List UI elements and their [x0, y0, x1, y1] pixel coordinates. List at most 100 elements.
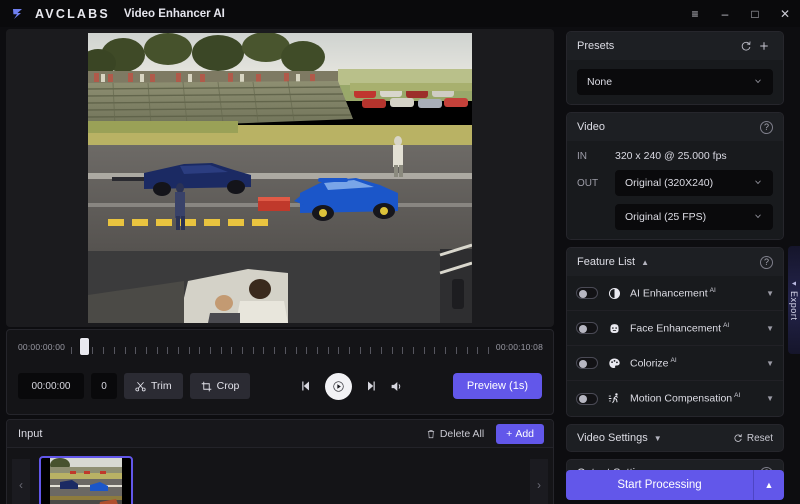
output-framerate-select[interactable]: Original (25 FPS)	[615, 204, 773, 230]
timeline-tick	[103, 347, 105, 354]
timeline-playhead[interactable]	[79, 338, 89, 355]
frame-number-field[interactable]: 0	[91, 373, 117, 399]
maximize-icon[interactable]: □	[740, 0, 770, 27]
toggle-ai-enhancement[interactable]	[576, 287, 598, 299]
feature-name-text: AI Enhancement	[630, 287, 708, 300]
video-out-row: OUT Original (320X240)	[577, 170, 773, 196]
menu-icon[interactable]: ≡	[680, 0, 710, 27]
timeline-tick	[487, 347, 489, 354]
add-button[interactable]: + Add	[496, 423, 544, 444]
preset-select[interactable]: None	[577, 69, 773, 95]
feature-row-face-enhancement[interactable]: Face Enhancement AI ▼	[567, 311, 783, 346]
feature-row-ai-enhancement[interactable]: AI Enhancement AI ▼	[567, 276, 783, 311]
video-settings-reset-button[interactable]: Reset	[733, 433, 773, 444]
timeline-tick	[434, 347, 436, 354]
thumbnail-image	[50, 458, 122, 504]
feature-label-face-enhancement: Face Enhancement AI	[630, 322, 729, 335]
play-button[interactable]	[325, 372, 353, 400]
list-item[interactable]: 22B_in_flight.mpeg	[39, 456, 133, 504]
volume-icon[interactable]	[390, 380, 403, 393]
timeline-tick	[145, 347, 147, 354]
app-window: AVCLABS Video Enhancer AI ≡ – □ ✕ 00:00:…	[0, 0, 800, 504]
timeline-tick	[135, 347, 137, 354]
chevron-up-icon[interactable]: ▲	[754, 480, 784, 490]
avclabs-logo-icon	[13, 8, 22, 19]
export-tab-label: Export	[789, 290, 799, 321]
feature-list-title: Feature List	[577, 256, 636, 268]
presets-body: None	[567, 60, 783, 104]
input-thumbnail[interactable]	[39, 456, 133, 504]
timeline-ruler[interactable]: 00:00:00:00 00:00:10:08	[7, 336, 553, 358]
timeline-tick	[391, 347, 393, 354]
contrast-icon	[608, 287, 622, 300]
thumbnails-prev-button[interactable]: ‹	[12, 459, 30, 504]
chevron-down-icon[interactable]: ▼	[766, 324, 774, 333]
preset-selected-value: None	[587, 76, 613, 88]
feature-row-motion-compensation[interactable]: Motion Compensation AI ▼	[567, 381, 783, 416]
delete-all-button[interactable]: Delete All	[426, 428, 484, 440]
presets-add-icon[interactable]	[755, 37, 773, 55]
presets-card: Presets None	[566, 31, 784, 105]
palette-icon	[608, 357, 622, 370]
timeline-tick	[477, 347, 479, 354]
chevron-left-icon: ▲	[790, 279, 798, 287]
output-resolution-select[interactable]: Original (320X240)	[615, 170, 773, 196]
toggle-face-enhancement[interactable]	[576, 322, 598, 334]
video-body: IN 320 x 240 @ 25.000 fps OUT Original (…	[567, 141, 783, 239]
crop-button[interactable]: Crop	[189, 373, 251, 399]
input-panel-title: Input	[18, 427, 43, 440]
presets-header: Presets	[567, 32, 783, 60]
timeline-tick	[359, 347, 361, 354]
video-in-value: 320 x 240 @ 25.000 fps	[615, 150, 727, 162]
close-icon[interactable]: ✕	[770, 0, 800, 27]
chevron-down-icon[interactable]: ▼	[766, 394, 774, 403]
trim-button[interactable]: Trim	[124, 373, 183, 399]
preview-button[interactable]: Preview (1s)	[452, 373, 542, 399]
timeline-tick	[220, 347, 222, 354]
start-processing-button[interactable]: Start Processing ▲	[566, 470, 784, 500]
motion-icon	[608, 392, 622, 405]
video-help-icon[interactable]: ?	[760, 120, 773, 134]
previous-frame-icon[interactable]	[300, 380, 312, 392]
timeline-tick	[348, 347, 350, 354]
ai-badge: AI	[723, 321, 730, 329]
current-timecode-field[interactable]: 00:00:00	[18, 373, 84, 399]
input-panel-header: Input Delete All + Add	[7, 420, 553, 448]
export-tab[interactable]: ▲ Export	[788, 246, 800, 354]
video-settings-card[interactable]: Video Settings ▼ Reset	[566, 424, 784, 452]
trash-icon	[427, 429, 434, 438]
feature-name-text: Face Enhancement	[630, 322, 722, 335]
right-sidebar: Presets None Video ? IN 320 x 240 @ 25.0…	[562, 27, 788, 504]
feature-label-motion-compensation: Motion Compensation AI	[630, 392, 740, 405]
thumbnails-next-button[interactable]: ›	[530, 459, 548, 504]
chevron-down-icon	[753, 211, 763, 224]
video-in-label: IN	[577, 150, 587, 162]
video-frame[interactable]	[88, 33, 472, 323]
timeline-tick	[199, 347, 201, 354]
toggle-motion-compensation[interactable]	[576, 392, 598, 405]
feature-name-text: Colorize	[630, 357, 669, 370]
timeline-tick	[327, 347, 329, 354]
transport-bar: 00:00:00:00 00:00:10:08 00:00:00 0 Trim	[6, 329, 554, 415]
minimize-icon[interactable]: –	[710, 0, 740, 27]
video-card: Video ? IN 320 x 240 @ 25.000 fps OUT Or…	[566, 112, 784, 240]
presets-refresh-icon[interactable]	[737, 37, 755, 55]
toggle-colorize[interactable]	[576, 357, 598, 369]
video-title: Video	[577, 121, 605, 133]
plus-icon: +	[506, 427, 513, 440]
chevron-down-icon[interactable]: ▼	[766, 359, 774, 368]
feature-list-header[interactable]: Feature List ▲ ?	[567, 248, 783, 276]
timeline-ticks[interactable]	[71, 338, 489, 356]
feature-row-colorize[interactable]: Colorize AI ▼	[567, 346, 783, 381]
next-frame-icon[interactable]	[365, 380, 377, 392]
video-out-label: OUT	[577, 177, 599, 189]
chevron-down-icon[interactable]: ▼	[766, 289, 774, 298]
ai-badge: AI	[709, 286, 716, 294]
transport-controls: 00:00:00 0 Trim Crop Preview (1s)	[7, 360, 553, 412]
ai-badge: AI	[734, 392, 741, 400]
chevron-down-icon: ▼	[653, 433, 662, 443]
timeline-tick	[413, 347, 415, 354]
presets-title: Presets	[577, 40, 615, 52]
timeline-tick	[306, 347, 308, 354]
feature-list-help-icon[interactable]: ?	[760, 255, 773, 269]
